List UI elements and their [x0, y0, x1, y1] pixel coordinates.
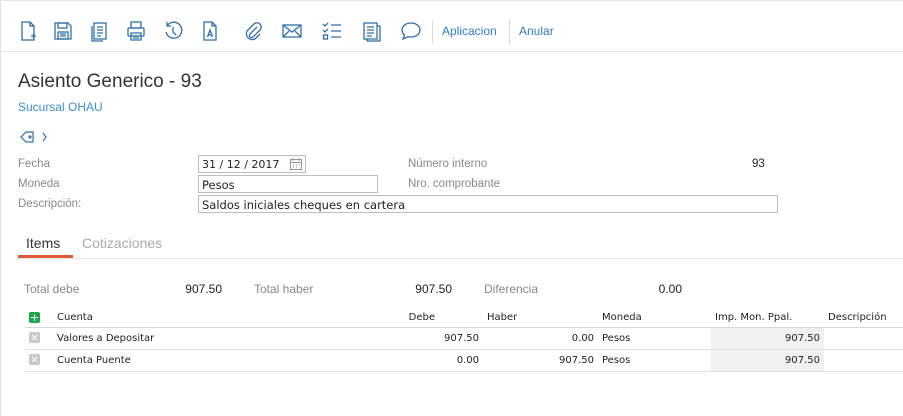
calendar-icon[interactable]: [289, 157, 303, 171]
column-header-cuenta: Cuenta: [53, 308, 279, 328]
cell-imp-mon-ppal: 907.50: [711, 327, 824, 350]
total-haber-label: Total haber: [254, 282, 314, 296]
checklist-icon[interactable]: [321, 20, 343, 42]
cell-haber[interactable]: 907.50: [483, 349, 598, 372]
tag-control[interactable]: [19, 128, 53, 146]
cell-descripcion[interactable]: [824, 327, 903, 350]
copy-icon[interactable]: [88, 20, 110, 42]
tag-icon: [20, 131, 34, 143]
cell-descripcion[interactable]: [824, 349, 903, 372]
page-title: Asiento Generico - 93: [18, 71, 202, 92]
numero-interno-label: Número interno: [408, 158, 488, 170]
column-header-haber: Haber: [483, 308, 598, 328]
report-icon[interactable]: [361, 20, 383, 42]
email-icon[interactable]: [281, 20, 303, 42]
tab-bar: Items Cotizaciones: [18, 233, 903, 259]
page: Aplicacion Anular Asiento Generico - 93 …: [0, 0, 903, 416]
tab-items[interactable]: Items: [26, 235, 60, 251]
delete-row-cell: [25, 349, 53, 372]
add-row-cell: [25, 308, 53, 328]
cell-haber[interactable]: 0.00: [483, 327, 598, 350]
active-tab-indicator: [18, 255, 73, 258]
moneda-label: Moneda: [18, 178, 60, 190]
total-haber-value: 907.50: [415, 282, 452, 296]
save-icon[interactable]: [52, 20, 74, 42]
delete-row-button[interactable]: [29, 332, 40, 344]
branch-link[interactable]: Sucursal OHAU: [18, 100, 103, 114]
new-document-icon[interactable]: [17, 20, 39, 42]
cell-debe[interactable]: 0.00: [279, 349, 483, 372]
total-debe-label: Total debe: [24, 282, 80, 296]
anular-button[interactable]: Anular: [519, 24, 554, 38]
total-debe-value: 907.50: [185, 282, 222, 296]
fecha-field[interactable]: 31 / 12 / 2017: [198, 155, 306, 173]
grid-header-row: Cuenta Debe Haber Moneda Imp. Mon. Ppal.…: [25, 308, 903, 328]
toolbar-separator: [432, 20, 433, 44]
moneda-field[interactable]: Pesos: [198, 175, 378, 193]
column-header-imp-mon-ppal: Imp. Mon. Ppal.: [711, 308, 824, 328]
numero-interno-value: 93: [752, 158, 765, 170]
descripcion-label: Descripción:: [18, 198, 82, 210]
history-icon[interactable]: [162, 20, 184, 42]
document-a-icon[interactable]: [199, 20, 221, 42]
toolbar-separator: [509, 20, 510, 44]
diferencia-value: 0.00: [658, 282, 682, 296]
column-header-debe: Debe: [279, 308, 483, 328]
cell-cuenta[interactable]: Cuenta Puente: [53, 349, 279, 372]
items-grid: Cuenta Debe Haber Moneda Imp. Mon. Ppal.…: [25, 308, 903, 372]
fecha-value: 31 / 12 / 2017: [202, 158, 280, 171]
chevron-right-icon: [42, 132, 47, 142]
delete-row-button[interactable]: [29, 354, 40, 366]
toolbar: Aplicacion Anular: [1, 10, 903, 52]
cell-moneda[interactable]: Pesos: [598, 349, 711, 372]
descripcion-value: Saldos iniciales cheques en cartera: [202, 198, 406, 212]
add-row-button[interactable]: [29, 311, 40, 323]
delete-row-cell: [25, 327, 53, 350]
print-icon[interactable]: [125, 20, 147, 42]
column-header-moneda: Moneda: [598, 308, 711, 328]
diferencia-label: Diferencia: [484, 282, 539, 296]
comment-icon[interactable]: [400, 20, 422, 42]
table-row[interactable]: Valores a Depositar 907.50 0.00 Pesos 90…: [25, 327, 903, 350]
cell-debe[interactable]: 907.50: [279, 327, 483, 350]
column-header-descripcion: Descripción: [824, 308, 903, 328]
moneda-value: Pesos: [202, 178, 235, 192]
fecha-label: Fecha: [18, 158, 50, 170]
attach-icon[interactable]: [241, 20, 263, 42]
aplicacion-button[interactable]: Aplicacion: [442, 24, 497, 38]
descripcion-field[interactable]: Saldos iniciales cheques en cartera: [198, 195, 778, 213]
cell-imp-mon-ppal: 907.50: [711, 349, 824, 372]
nro-comprobante-label: Nro. comprobante: [408, 178, 501, 190]
tab-cotizaciones[interactable]: Cotizaciones: [82, 235, 162, 251]
cell-cuenta[interactable]: Valores a Depositar: [53, 327, 279, 350]
cell-moneda[interactable]: Pesos: [598, 327, 711, 350]
table-row[interactable]: Cuenta Puente 0.00 907.50 Pesos 907.50: [25, 349, 903, 372]
